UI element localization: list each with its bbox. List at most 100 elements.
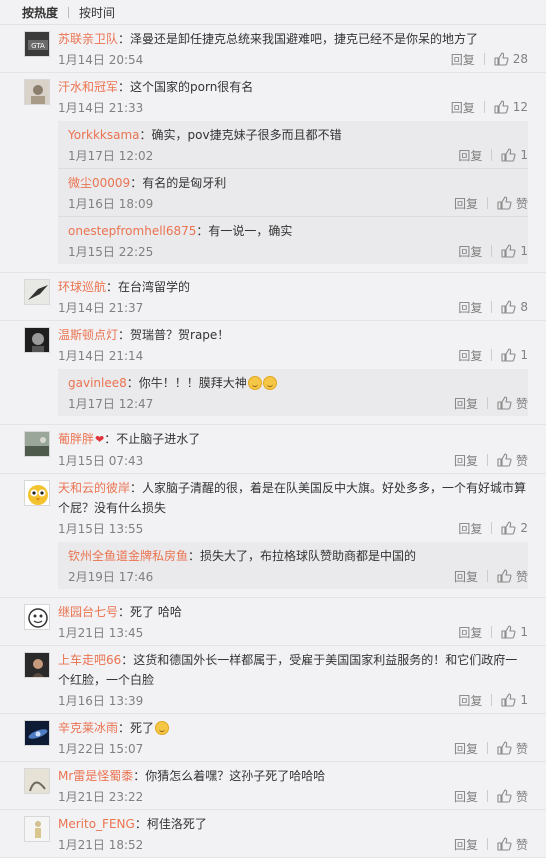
- comment-time: 1月22日 15:07: [58, 741, 144, 756]
- avatar[interactable]: [24, 431, 50, 457]
- like-count: 赞: [515, 396, 528, 411]
- reply-button[interactable]: 回复: [451, 99, 475, 116]
- comment-item: 辛克莱冰雨：死了 1月22日 15:07 回复 赞: [0, 714, 546, 762]
- reply-button[interactable]: 回复: [458, 299, 482, 316]
- comment-item: 天和云的彼岸：人家脑子清醒的很，着是在队美国反中大旗。好处多多，一个有好城市算个…: [0, 474, 546, 598]
- avatar[interactable]: [24, 480, 50, 506]
- comment-text: Merito_FENG：柯佳洛死了: [58, 814, 528, 834]
- avatar[interactable]: [24, 768, 50, 794]
- sort-time-tab[interactable]: 按时间: [79, 4, 115, 21]
- sort-divider: [68, 6, 70, 18]
- comment-body: ：柯佳洛死了: [134, 817, 207, 831]
- comment-username[interactable]: 天和云的彼岸: [58, 481, 130, 495]
- comment-username[interactable]: gavinlee8: [68, 376, 127, 390]
- comment-username[interactable]: Mr雷是怪蜀黍: [58, 769, 133, 783]
- like-button[interactable]: 赞: [497, 836, 528, 853]
- sort-bar: 按热度 按时间: [0, 0, 546, 25]
- svg-text:GTA: GTA: [31, 42, 45, 50]
- comment-username[interactable]: 上车走吧66: [58, 653, 121, 667]
- action-divider: [483, 53, 485, 65]
- comment-username[interactable]: 微尘00009: [68, 176, 130, 190]
- thumbs-up-icon: [497, 453, 512, 467]
- reply-button[interactable]: 回复: [458, 692, 482, 709]
- comment-time: 1月15日 13:55: [58, 521, 144, 536]
- comment-actions: 回复 1: [458, 347, 528, 364]
- reply-button[interactable]: 回复: [458, 147, 482, 164]
- reply-button[interactable]: 回复: [458, 243, 482, 260]
- reply-button[interactable]: 回复: [454, 452, 478, 469]
- like-button[interactable]: 1: [501, 625, 528, 639]
- comment-time: 1月14日 21:33: [58, 100, 144, 115]
- avatar[interactable]: [24, 604, 50, 630]
- comment-meta: 1月17日 12:02 回复 1: [68, 145, 528, 165]
- reply-button[interactable]: 回复: [458, 347, 482, 364]
- avatar[interactable]: [24, 327, 50, 353]
- comment-meta: 1月21日 13:45 回复 1: [58, 622, 528, 642]
- comment-body: ：死了: [118, 721, 155, 735]
- action-divider: [486, 742, 488, 754]
- like-count: 赞: [515, 741, 528, 756]
- comment-actions: 回复 2: [458, 520, 528, 537]
- reply-button[interactable]: 回复: [454, 395, 478, 412]
- like-button[interactable]: 赞: [497, 395, 528, 412]
- comment-username[interactable]: 苏联亲卫队: [58, 32, 118, 46]
- like-button[interactable]: 1: [501, 148, 528, 162]
- like-button[interactable]: 赞: [497, 568, 528, 585]
- comment-item: 葡胖胖❤：不止脑子进水了 1月15日 07:43 回复 赞: [0, 425, 546, 474]
- like-count: 赞: [515, 569, 528, 584]
- comment-username[interactable]: 环球巡航: [58, 280, 106, 294]
- comment-body: ：死了 哈哈: [118, 605, 182, 619]
- like-button[interactable]: 1: [501, 693, 528, 707]
- avatar[interactable]: [24, 720, 50, 746]
- comment-username[interactable]: 温斯顿点灯: [58, 328, 118, 342]
- comment-meta: 1月14日 21:33 回复 12: [58, 97, 528, 117]
- like-button[interactable]: 赞: [497, 452, 528, 469]
- comment-username[interactable]: Yorkkksama: [68, 128, 140, 142]
- like-button[interactable]: 赞: [497, 788, 528, 805]
- avatar[interactable]: [24, 652, 50, 678]
- sort-hot-tab[interactable]: 按热度: [22, 4, 58, 21]
- reply-button[interactable]: 回复: [454, 788, 478, 805]
- like-button[interactable]: 赞: [497, 195, 528, 212]
- avatar[interactable]: [24, 79, 50, 105]
- avatar[interactable]: [24, 279, 50, 305]
- comment-username[interactable]: 继园台七号: [58, 605, 118, 619]
- reply-button[interactable]: 回复: [454, 836, 478, 853]
- like-button[interactable]: 赞: [497, 740, 528, 757]
- comment-actions: 回复 赞: [454, 740, 528, 757]
- comment-actions: 回复 12: [451, 99, 528, 116]
- comment-time: 1月21日 23:22: [58, 789, 144, 804]
- like-button[interactable]: 1: [501, 244, 528, 258]
- comment-meta: 1月15日 22:25 回复 1: [68, 241, 528, 261]
- comment-username[interactable]: 辛克莱冰雨: [58, 721, 118, 735]
- reply-button[interactable]: 回复: [458, 624, 482, 641]
- reply-button[interactable]: 回复: [454, 568, 478, 585]
- avatar[interactable]: GTA: [24, 31, 50, 57]
- comment-text: gavinlee8：你牛！！！膜拜大神: [68, 373, 528, 393]
- like-count: 赞: [515, 196, 528, 211]
- reply-button[interactable]: 回复: [454, 195, 478, 212]
- like-button[interactable]: 8: [501, 300, 528, 314]
- reply-button[interactable]: 回复: [454, 740, 478, 757]
- avatar[interactable]: [24, 816, 50, 842]
- like-button[interactable]: 2: [501, 521, 528, 535]
- figure-avatar-icon: [25, 817, 49, 841]
- comment-time: 1月17日 12:47: [68, 396, 154, 411]
- comment-username[interactable]: 汗水和冠军: [58, 80, 118, 94]
- like-button[interactable]: 28: [494, 52, 528, 66]
- comment-text: onestepfromhell6875：有一说一，确实: [68, 221, 528, 241]
- like-button[interactable]: 1: [501, 348, 528, 362]
- like-count: 1: [520, 244, 528, 258]
- like-button[interactable]: 12: [494, 100, 528, 114]
- comment-username[interactable]: onestepfromhell6875: [68, 224, 196, 238]
- like-count: 赞: [515, 453, 528, 468]
- comment-text: Mr雷是怪蜀黍：你猜怎么着嘿？这孙子死了哈哈哈: [58, 766, 528, 786]
- thumbs-up-icon: [494, 100, 509, 114]
- comment-username[interactable]: 葡胖胖: [58, 432, 94, 446]
- reply-button[interactable]: 回复: [458, 520, 482, 537]
- reply-button[interactable]: 回复: [451, 51, 475, 68]
- thumbs-up-icon: [501, 300, 516, 314]
- comment-username[interactable]: 钦州全鱼道金牌私房鱼: [68, 549, 188, 563]
- comment-username[interactable]: Merito_FENG: [58, 817, 135, 831]
- like-count: 12: [512, 100, 528, 114]
